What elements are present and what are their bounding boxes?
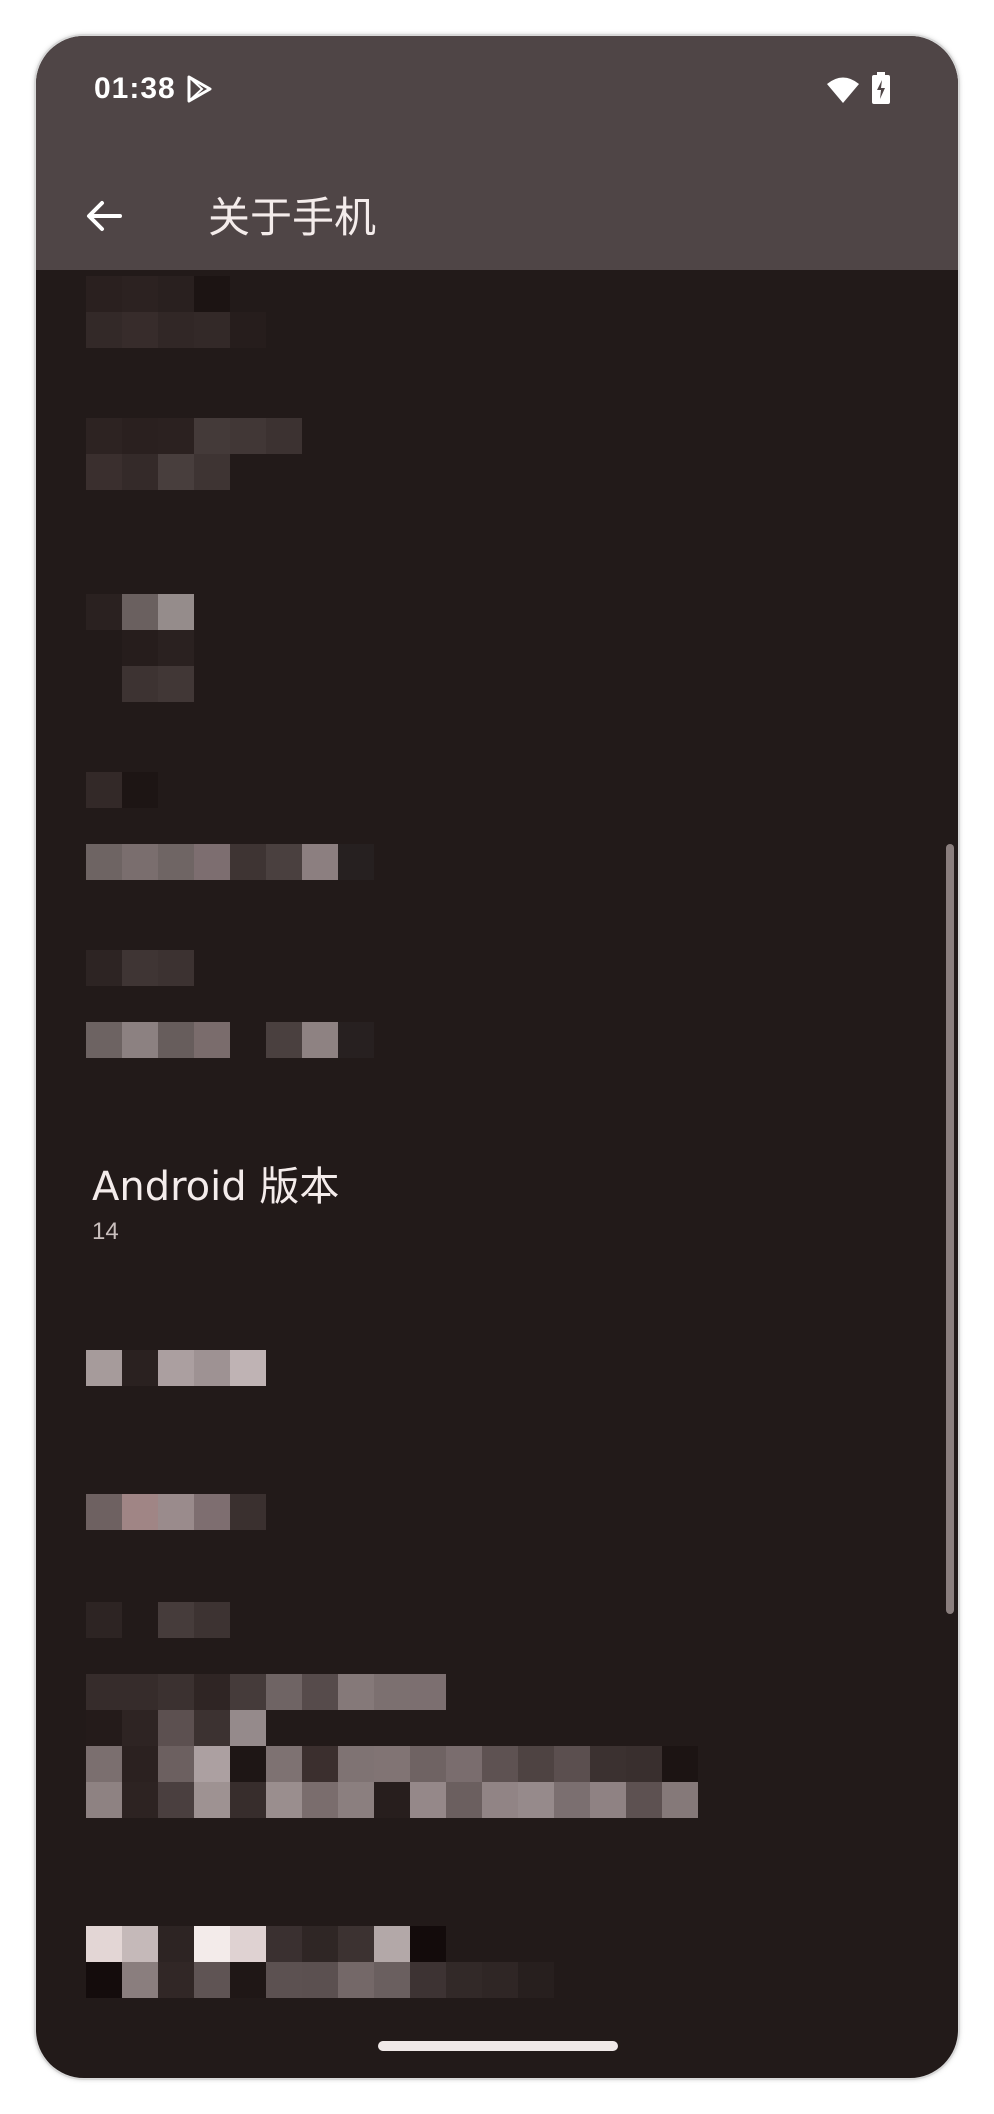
status-time: 01:38 — [94, 72, 176, 105]
back-arrow-icon[interactable] — [76, 186, 136, 246]
redacted-list-item-8[interactable] — [86, 1602, 706, 1822]
redacted-list-item-6[interactable] — [86, 1350, 276, 1390]
redacted-list-item-1[interactable] — [86, 276, 276, 348]
play-store-icon — [187, 75, 212, 103]
redacted-list-item-4[interactable] — [86, 772, 376, 882]
redacted-list-item-3[interactable] — [86, 594, 206, 704]
redacted-list-item-7[interactable] — [86, 1494, 276, 1534]
phone-screen: 01:38 关于手机 Android 版本 14 — [36, 36, 958, 2078]
redacted-list-item-2[interactable] — [86, 418, 306, 490]
top-app-bar: 01:38 关于手机 — [36, 36, 958, 270]
redacted-list-item-9[interactable] — [86, 1926, 586, 2002]
battery-charging-icon — [872, 72, 890, 104]
android-version-value: 14 — [92, 1218, 119, 1245]
redacted-list-item-5[interactable] — [86, 950, 376, 1060]
scrollbar[interactable] — [946, 844, 954, 1614]
android-version-label: Android 版本 — [92, 1164, 340, 1210]
gesture-navigation-bar[interactable] — [378, 2041, 618, 2051]
wifi-icon — [827, 77, 859, 103]
page-title: 关于手机 — [208, 193, 377, 242]
